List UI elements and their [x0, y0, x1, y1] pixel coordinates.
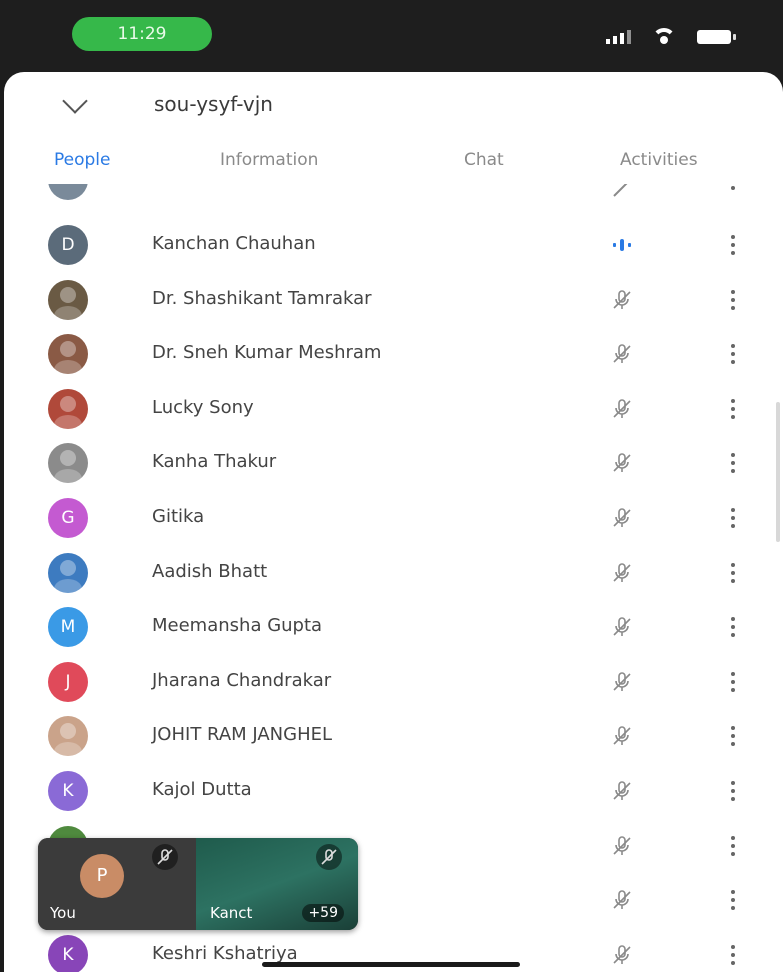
participant-avatar: J: [48, 662, 88, 702]
self-avatar: P: [80, 854, 124, 898]
speaker-label: Kanct: [210, 904, 253, 922]
mic-muted-icon: [610, 779, 634, 803]
participant-name: Aadish Bhatt: [152, 561, 268, 582]
mic-muted-icon: [610, 943, 634, 967]
participant-avatar: [48, 184, 88, 200]
more-options-icon[interactable]: [731, 290, 737, 310]
participant-row[interactable]: K Kajol Dutta: [4, 764, 783, 818]
mic-muted-icon: [610, 615, 634, 639]
participant-row[interactable]: Lucky Sony: [4, 382, 783, 436]
sheet-header: sou-ysyf-vjn: [4, 72, 783, 142]
wifi-icon: [649, 26, 679, 44]
more-options-icon[interactable]: [731, 186, 737, 202]
participant-avatar: M: [48, 607, 88, 647]
participant-row[interactable]: Aadish Bhatt: [4, 546, 783, 600]
participant-name: Gitika: [152, 506, 205, 527]
scrollbar[interactable]: [776, 402, 780, 542]
more-options-icon[interactable]: [731, 945, 737, 965]
mic-muted-icon: [152, 844, 178, 870]
mic-muted-icon: [610, 451, 634, 475]
participant-row[interactable]: M Meemansha Gupta: [4, 600, 783, 654]
participant-avatar: G: [48, 498, 88, 538]
mic-muted-icon: [610, 288, 634, 312]
more-options-icon[interactable]: [731, 617, 737, 637]
battery-icon: [697, 30, 736, 44]
participant-avatar: D: [48, 225, 88, 265]
more-options-icon[interactable]: [731, 726, 737, 746]
participant-name: Kanha Thakur: [152, 451, 277, 472]
tab-chat[interactable]: Chat: [464, 150, 504, 170]
tab-people[interactable]: People: [54, 150, 110, 170]
status-icons: [606, 26, 736, 44]
participant-avatar: [48, 334, 88, 374]
more-options-icon[interactable]: [731, 235, 737, 255]
mic-muted-icon: [610, 397, 634, 421]
more-options-icon[interactable]: [731, 563, 737, 583]
tab-bar: People Information Chat Activities: [4, 150, 783, 182]
self-video-tile[interactable]: P You: [38, 838, 196, 930]
self-view-pip[interactable]: P You Kanct +59: [38, 838, 358, 930]
signal-icon: [606, 30, 631, 44]
meeting-code: sou-ysyf-vjn: [154, 92, 273, 116]
mic-speaking-icon: [610, 233, 634, 257]
mic-muted-icon: [610, 184, 634, 200]
participant-row[interactable]: D Kanchan Chauhan: [4, 218, 783, 272]
participants-sheet: sou-ysyf-vjn People Information Chat Act…: [4, 72, 783, 972]
participant-name: Dr. Shashikant Tamrakar: [152, 288, 372, 309]
more-options-icon[interactable]: [731, 344, 737, 364]
participant-avatar: [48, 389, 88, 429]
participant-row-partial[interactable]: [4, 184, 783, 202]
more-options-icon[interactable]: [731, 836, 737, 856]
participant-avatar: [48, 716, 88, 756]
participant-name: Meemansha Gupta: [152, 615, 323, 636]
collapse-chevron-icon[interactable]: [62, 88, 88, 114]
mic-muted-icon: [610, 888, 634, 912]
more-options-icon[interactable]: [731, 453, 737, 473]
more-options-icon[interactable]: [731, 781, 737, 801]
tab-activities[interactable]: Activities: [620, 150, 698, 170]
participant-avatar: [48, 443, 88, 483]
participant-name: Lucky Sony: [152, 397, 254, 418]
more-options-icon[interactable]: [731, 672, 737, 692]
more-participants-badge: +59: [302, 904, 344, 922]
participant-avatar: [48, 280, 88, 320]
participant-name: Dr. Sneh Kumar Meshram: [152, 342, 382, 363]
participant-name: Kajol Dutta: [152, 779, 252, 800]
self-label: You: [50, 904, 76, 922]
participant-row[interactable]: Dr. Shashikant Tamrakar: [4, 273, 783, 327]
participant-avatar: K: [48, 771, 88, 811]
mic-muted-icon: [610, 506, 634, 530]
participant-row[interactable]: JOHIT RAM JANGHEL: [4, 709, 783, 763]
mic-muted-icon: [316, 844, 342, 870]
mic-muted-icon: [610, 561, 634, 585]
more-options-icon[interactable]: [731, 890, 737, 910]
tab-information[interactable]: Information: [220, 150, 318, 170]
speaker-video-tile[interactable]: Kanct +59: [196, 838, 358, 930]
participant-name: Kanchan Chauhan: [152, 233, 316, 254]
mic-muted-icon: [610, 724, 634, 748]
participant-row[interactable]: Kanha Thakur: [4, 436, 783, 490]
status-time: 11:29: [72, 17, 212, 51]
participant-avatar: K: [48, 935, 88, 972]
mic-muted-icon: [610, 342, 634, 366]
mic-muted-icon: [610, 834, 634, 858]
participant-row[interactable]: Dr. Sneh Kumar Meshram: [4, 327, 783, 381]
more-options-icon[interactable]: [731, 508, 737, 528]
participant-name: Jharana Chandrakar: [152, 670, 332, 691]
mic-muted-icon: [610, 670, 634, 694]
more-options-icon[interactable]: [731, 399, 737, 419]
status-bar: 11:29: [0, 0, 783, 80]
home-indicator[interactable]: [262, 962, 520, 967]
participant-row[interactable]: G Gitika: [4, 491, 783, 545]
participant-avatar: [48, 553, 88, 593]
participant-row[interactable]: J Jharana Chandrakar: [4, 655, 783, 709]
participant-name: JOHIT RAM JANGHEL: [152, 724, 333, 745]
participant-name: Keshri Kshatriya: [152, 943, 298, 964]
